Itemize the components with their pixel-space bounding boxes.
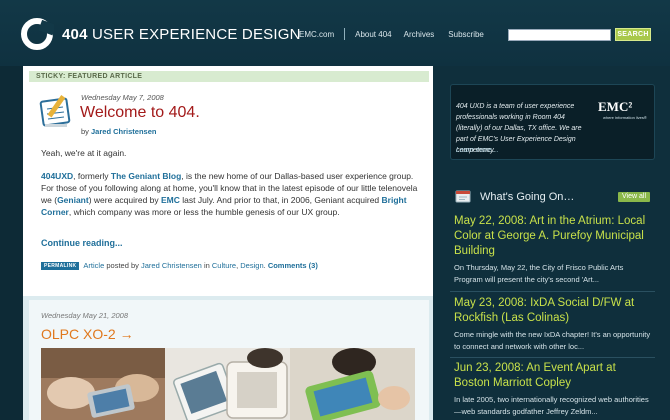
event-divider — [450, 357, 655, 358]
post-olpc: Wednesday May 21, 2008 OLPC XO-2 → — [23, 296, 433, 420]
meta-text: in — [203, 261, 210, 270]
event-title-link[interactable]: May 22, 2008: Art in the Atrium: Local C… — [454, 214, 654, 259]
search-input[interactable] — [508, 29, 611, 41]
event-title-link[interactable]: May 23, 2008: IxDA Social D/FW at Rockfi… — [454, 296, 654, 326]
article-type-link[interactable]: Article — [83, 261, 104, 270]
event-description: On Thursday, May 22, the City of Frisco … — [454, 263, 624, 284]
event-description: Come mingle with the new IxDA chapter! I… — [454, 330, 651, 351]
meta-author-link[interactable]: Jared Christensen — [141, 261, 202, 270]
author-link[interactable]: Jared Christensen — [91, 127, 156, 136]
meta-comma: , — [236, 261, 239, 270]
link-geniant[interactable]: Geniant — [57, 195, 89, 205]
permalink-badge[interactable]: PERMALINK — [41, 261, 80, 270]
meta-dot: . — [263, 261, 266, 270]
post-byline: by Jared Christensen — [81, 127, 156, 136]
body-text: , formerly — [73, 171, 111, 181]
post-meta: PERMALINK Article posted by Jared Christ… — [41, 261, 318, 270]
link-geniant-blog[interactable]: The Geniant Blog — [111, 171, 181, 181]
top-nav: EMC.com About 404 Archives Subscribe — [299, 28, 484, 40]
emc-tagline: where information lives® — [603, 115, 647, 120]
nav-subscribe[interactable]: Subscribe — [448, 30, 484, 40]
nav-about[interactable]: About 404 — [355, 30, 391, 40]
photo-xo-book-mode[interactable] — [165, 348, 290, 420]
byline-prefix: by — [81, 127, 89, 136]
post-title[interactable]: OLPC XO-2 → — [41, 326, 134, 342]
article-notepad-icon — [39, 95, 71, 127]
continue-reading-link[interactable]: Continue reading... — [41, 238, 123, 248]
link-404uxd[interactable]: 404UXD — [41, 171, 73, 181]
body-text: last July. And prior to that, in 2006, G… — [179, 195, 382, 205]
event-description: In late 2005, two internationally recogn… — [454, 395, 649, 416]
learn-more-link[interactable]: Learn more… — [456, 147, 499, 154]
site-logo-text[interactable]: 404 USER EXPERIENCE DESIGN — [62, 26, 301, 43]
emc-logo[interactable]: EMC² — [598, 99, 632, 115]
post-date: Wednesday May 7, 2008 — [81, 93, 164, 102]
comments-link[interactable]: Comments (3) — [268, 261, 318, 270]
event-item: May 23, 2008: IxDA Social D/FW at Rockfi… — [454, 296, 654, 352]
event-item: Jun 23, 2008: An Event Apart at Boston M… — [454, 361, 654, 417]
event-item: May 22, 2008: Art in the Atrium: Local C… — [454, 214, 654, 285]
logo-404: 404 — [62, 26, 88, 43]
logo-subtitle: USER EXPERIENCE DESIGN — [92, 26, 301, 43]
nav-emc[interactable]: EMC.com — [299, 30, 334, 40]
post-olpc-card: Wednesday May 21, 2008 OLPC XO-2 → — [29, 300, 429, 420]
post-date: Wednesday May 21, 2008 — [41, 311, 129, 320]
body-text: , which company was more or less the hum… — [68, 207, 340, 217]
link-emc[interactable]: EMC — [161, 195, 180, 205]
body-text: ) were acquired by — [88, 195, 162, 205]
site-header: 404 USER EXPERIENCE DESIGN EMC.com About… — [0, 0, 670, 66]
nav-divider — [344, 28, 346, 40]
photo-xo-child[interactable] — [290, 348, 415, 420]
post-body: 404UXD, formerly The Geniant Blog, is th… — [41, 170, 419, 218]
search-button[interactable]: SEARCH — [615, 28, 651, 41]
sticky-label: STICKY: FEATURED ARTICLE — [29, 71, 429, 82]
calendar-icon — [455, 190, 471, 203]
logo-ring-icon[interactable] — [20, 17, 54, 51]
photo-xo-laptop-hands[interactable] — [41, 348, 165, 420]
post-intro: Yeah, we're at it again. — [41, 148, 127, 158]
event-title-link[interactable]: Jun 23, 2008: An Event Apart at Boston M… — [454, 361, 654, 391]
view-all-button[interactable]: View all — [618, 192, 650, 202]
post-title[interactable]: Welcome to 404. — [80, 104, 200, 122]
featured-post: STICKY: FEATURED ARTICLE Wednesday May 7… — [23, 66, 433, 296]
event-divider — [450, 291, 655, 292]
meta-text: posted by — [106, 261, 139, 270]
category-culture-link[interactable]: Culture — [212, 261, 236, 270]
about-box: 404 UXD is a team of user experience pro… — [450, 84, 655, 160]
nav-archives[interactable]: Archives — [404, 30, 435, 40]
category-design-link[interactable]: Design — [240, 261, 263, 270]
sidebar: 404 UXD is a team of user experience pro… — [433, 66, 670, 420]
whats-going-on-heading: What's Going On… — [480, 191, 575, 203]
